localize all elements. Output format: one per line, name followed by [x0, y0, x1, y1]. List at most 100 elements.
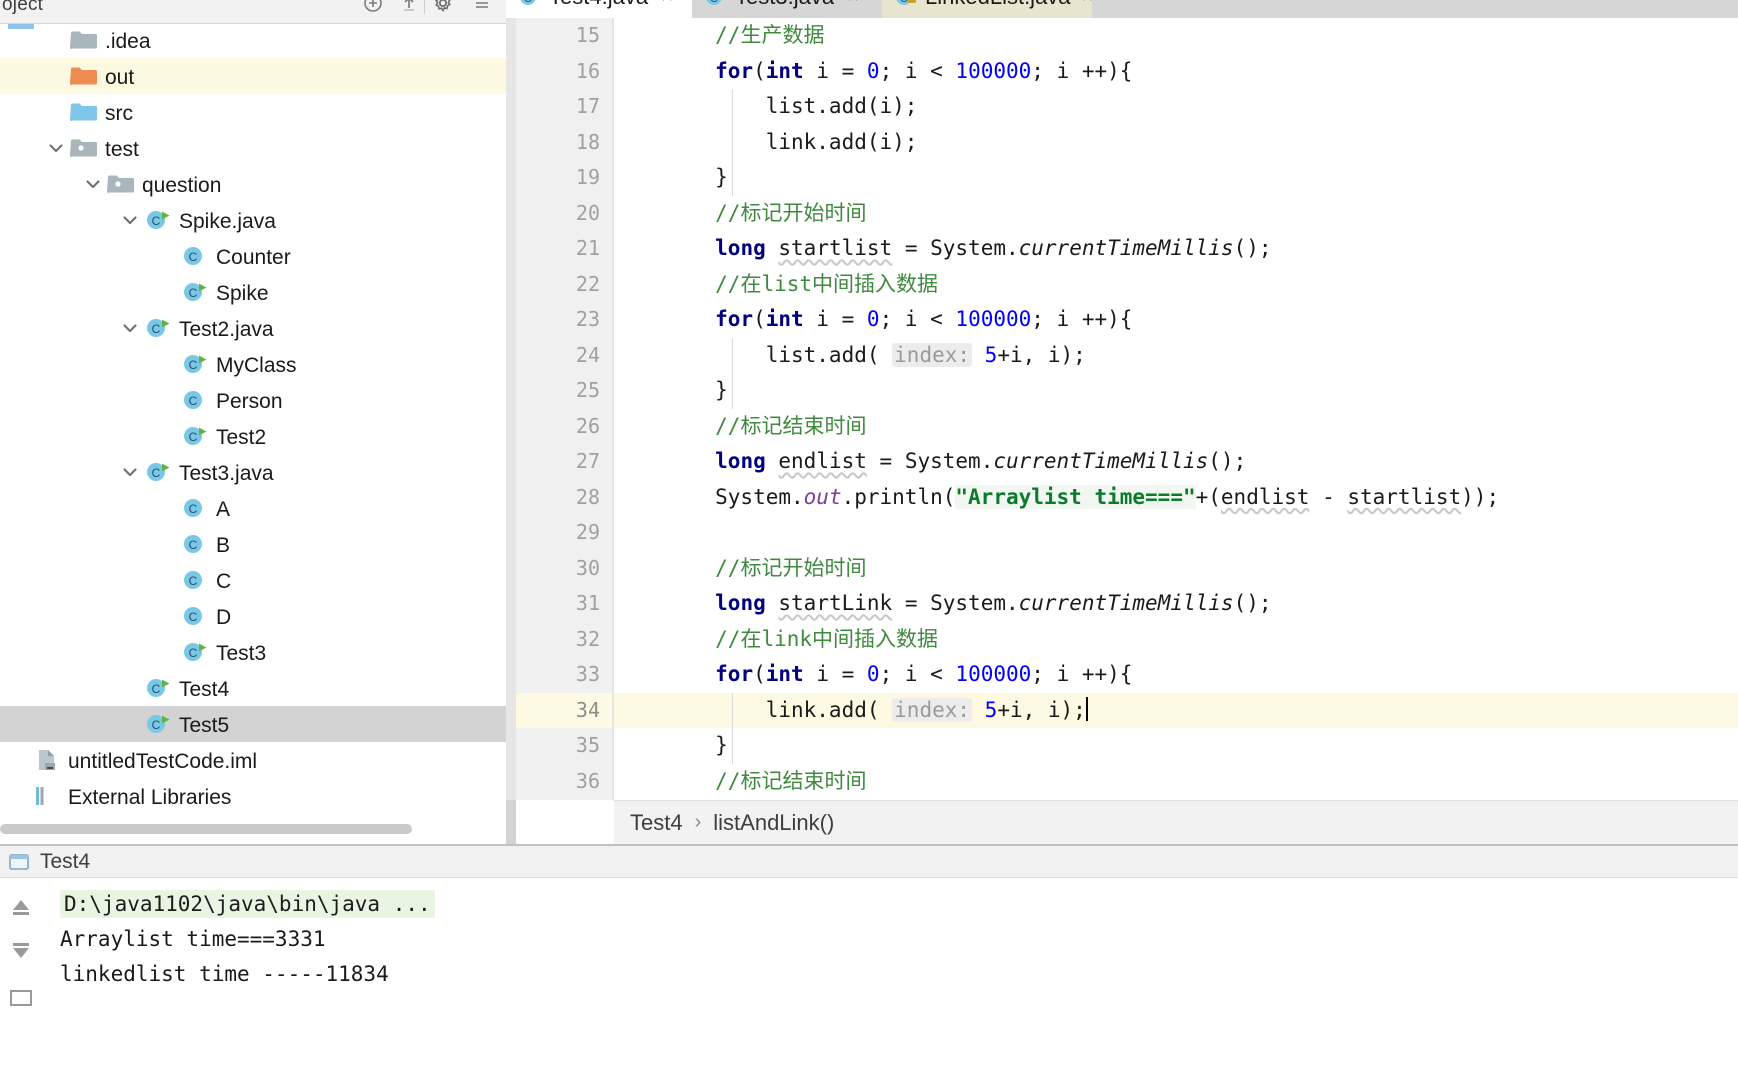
tree-item-idea[interactable]: .idea: [0, 22, 506, 58]
console-output[interactable]: D:\java1102\java\bin\java ... Arraylist t…: [42, 879, 1738, 1092]
code-line[interactable]: System.out.println("Arraylist time==="+(…: [614, 480, 1738, 516]
svg-text:C: C: [189, 538, 198, 552]
twisty-placeholder: [154, 423, 180, 449]
collapse-all-icon[interactable]: [360, 0, 386, 16]
line-number[interactable]: 15: [506, 18, 614, 54]
tree-item-label: Test3: [216, 641, 267, 665]
line-number[interactable]: 21: [506, 231, 614, 267]
breadcrumb-class[interactable]: Test4: [630, 810, 683, 836]
tree-item-a[interactable]: CA: [0, 490, 506, 526]
line-number[interactable]: 32: [506, 622, 614, 658]
code-line[interactable]: for(int i = 0; i < 100000; i ++){: [614, 657, 1738, 693]
run-tab-test4[interactable]: Test4: [0, 849, 100, 875]
line-number[interactable]: 35: [506, 728, 614, 764]
code-line[interactable]: for(int i = 0; i < 100000; i ++){: [614, 54, 1738, 90]
tree-item-external-libraries[interactable]: External Libraries: [0, 778, 506, 814]
tree-item-test4[interactable]: C Test4: [0, 670, 506, 706]
code-line[interactable]: //生产数据: [614, 18, 1738, 54]
tree-item-spike[interactable]: C Spike: [0, 274, 506, 310]
gutter-marker-column[interactable]: [506, 18, 516, 800]
code-line[interactable]: //标记开始时间: [614, 196, 1738, 232]
code-line[interactable]: }: [614, 373, 1738, 409]
editor-tab-linkedlist[interactable]: C LinkedList.java ×: [882, 0, 1094, 18]
tree-item-spike-java[interactable]: C Spike.java: [0, 202, 506, 238]
code-line[interactable]: link.add( index: 5+i, i);: [614, 692, 1738, 728]
tree-item-test3-java[interactable]: C Test3.java: [0, 454, 506, 490]
close-icon[interactable]: ×: [659, 0, 675, 7]
code-line[interactable]: //在link中间插入数据: [614, 622, 1738, 658]
code-line[interactable]: long startLink = System.currentTimeMilli…: [614, 586, 1738, 622]
code-line[interactable]: link.add(i);: [614, 125, 1738, 161]
tree-item-c[interactable]: CC: [0, 562, 506, 598]
chevron-down-icon[interactable]: [117, 459, 143, 485]
line-number[interactable]: 23: [506, 302, 614, 338]
tree-item-test2-java[interactable]: C Test2.java: [0, 310, 506, 346]
tree-item-src[interactable]: src: [0, 94, 506, 130]
code-line[interactable]: //标记结束时间: [614, 409, 1738, 445]
line-number[interactable]: 28: [506, 480, 614, 516]
tree-item-counter[interactable]: C Counter: [0, 238, 506, 274]
line-number[interactable]: 22: [506, 267, 614, 303]
twisty-placeholder: [154, 567, 180, 593]
close-icon[interactable]: ×: [1082, 0, 1094, 7]
code-line[interactable]: [614, 515, 1738, 551]
code-line[interactable]: //标记开始时间: [614, 551, 1738, 587]
tree-item-person[interactable]: C Person: [0, 382, 506, 418]
soft-wrap-icon[interactable]: [6, 983, 36, 1013]
line-number[interactable]: 16: [506, 54, 614, 90]
tree-item-myclass[interactable]: C MyClass: [0, 346, 506, 382]
line-number[interactable]: 20: [506, 196, 614, 232]
scroll-down-icon[interactable]: [6, 935, 36, 965]
line-number[interactable]: 29: [506, 515, 614, 551]
line-number[interactable]: 33: [506, 657, 614, 693]
code-line[interactable]: //标记结束时间: [614, 764, 1738, 800]
scroll-up-icon[interactable]: [6, 893, 36, 923]
chevron-down-icon[interactable]: [117, 315, 143, 341]
chevron-down-icon[interactable]: [80, 171, 106, 197]
code-line[interactable]: }: [614, 160, 1738, 196]
tree-item-out[interactable]: out: [0, 58, 506, 94]
line-number[interactable]: 18: [506, 125, 614, 161]
console-toolbar: [0, 879, 42, 1092]
code-line[interactable]: long endlist = System.currentTimeMillis(…: [614, 444, 1738, 480]
code-line[interactable]: for(int i = 0; i < 100000; i ++){: [614, 302, 1738, 338]
tree-item-b[interactable]: CB: [0, 526, 506, 562]
line-number[interactable]: 25: [506, 373, 614, 409]
tree-item-test2[interactable]: C Test2: [0, 418, 506, 454]
project-tree[interactable]: .idea out src test question C Spike.java C Count…: [0, 22, 506, 814]
tree-item-test[interactable]: test: [0, 130, 506, 166]
chevron-down-icon[interactable]: [43, 135, 69, 161]
close-icon[interactable]: ×: [845, 0, 861, 7]
code-line[interactable]: list.add(i);: [614, 89, 1738, 125]
hide-panel-icon[interactable]: [470, 0, 496, 16]
project-tree-horizontal-scrollbar[interactable]: [0, 822, 500, 836]
breadcrumb-method[interactable]: listAndLink(): [713, 810, 834, 836]
code-line[interactable]: }: [614, 728, 1738, 764]
editor-gutter[interactable]: 15 16 17 18 19 20 21 22 23 24 25 26 27 28 29 30 31 32 33 34…: [506, 18, 614, 800]
line-number[interactable]: 17: [506, 89, 614, 125]
tree-item-question[interactable]: question: [0, 166, 506, 202]
code-line[interactable]: list.add( index: 5+i, i);: [614, 338, 1738, 374]
expand-all-icon[interactable]: [396, 0, 422, 16]
line-number[interactable]: 30: [506, 551, 614, 587]
editor-tab-test3[interactable]: C Test3.java ×: [692, 0, 882, 18]
tree-item-test5[interactable]: C Test5: [0, 706, 506, 742]
line-number[interactable]: 36: [506, 764, 614, 800]
code-editor[interactable]: //生产数据 for(int i = 0; i < 100000; i ++){…: [614, 18, 1738, 800]
line-number[interactable]: 27: [506, 444, 614, 480]
code-line[interactable]: long startlist = System.currentTimeMilli…: [614, 231, 1738, 267]
tree-item-untitledtestcode-iml[interactable]: untitledTestCode.iml: [0, 742, 506, 778]
chevron-down-icon[interactable]: [117, 207, 143, 233]
scrollbar-thumb[interactable]: [0, 824, 412, 834]
tree-item-d[interactable]: CD: [0, 598, 506, 634]
code-line[interactable]: //在list中间插入数据: [614, 267, 1738, 303]
breadcrumb[interactable]: Test4 › listAndLink(): [614, 800, 1738, 844]
line-number[interactable]: 24: [506, 338, 614, 374]
tree-item-test3[interactable]: C Test3: [0, 634, 506, 670]
line-number[interactable]: 34: [506, 692, 614, 728]
line-number[interactable]: 19: [506, 160, 614, 196]
line-number[interactable]: 26: [506, 409, 614, 445]
settings-gear-icon[interactable]: [430, 0, 456, 16]
line-number[interactable]: 31: [506, 586, 614, 622]
editor-tab-test4[interactable]: C Test4.java ×: [506, 0, 692, 18]
